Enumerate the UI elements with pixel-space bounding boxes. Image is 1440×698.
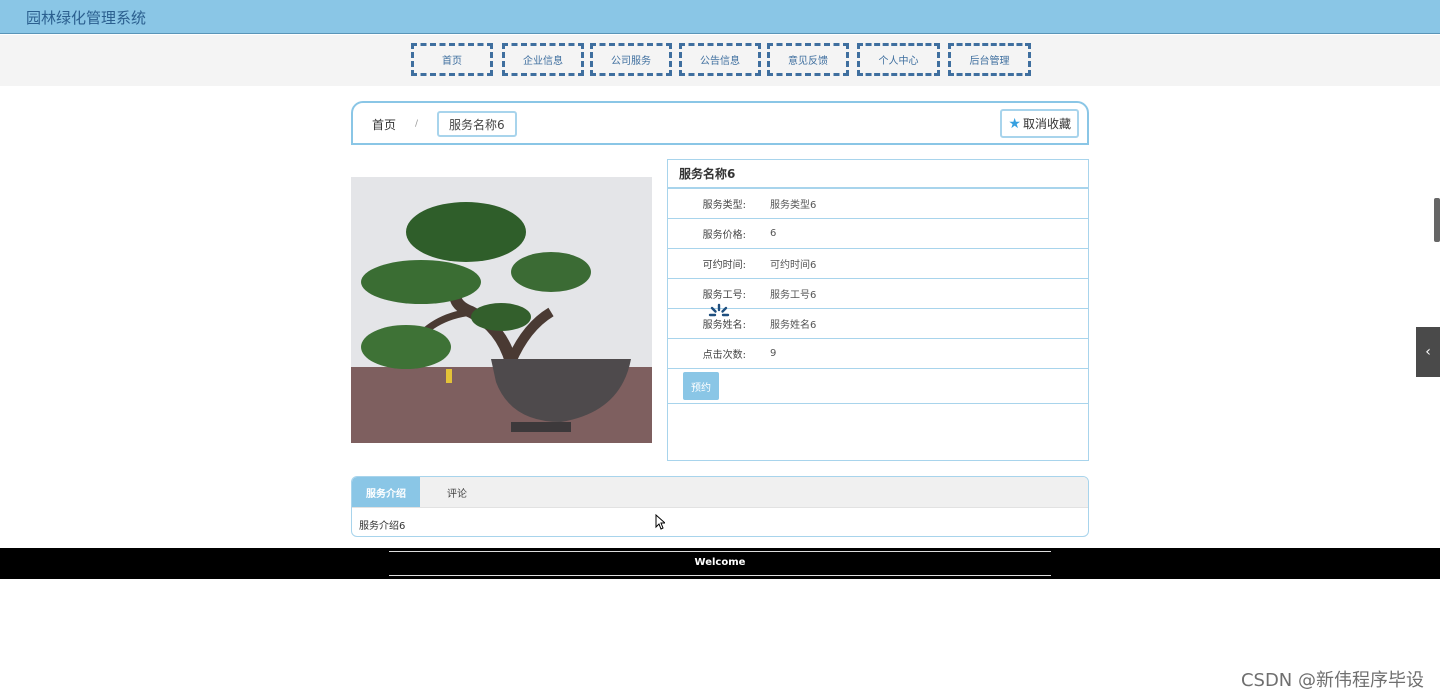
breadcrumb: 首页 / 服务名称6 ★ 取消收藏 <box>351 101 1089 145</box>
nav-home[interactable]: 首页 <box>411 43 493 76</box>
detail-row-price: 服务价格: 6 <box>668 219 1088 249</box>
service-title: 服务名称6 <box>668 160 1088 189</box>
detail-value: 服务姓名6 <box>770 320 817 331</box>
tab-content: 服务介绍6 <box>359 521 406 532</box>
detail-value: 可约时间6 <box>770 260 817 271</box>
star-icon: ★ <box>1008 115 1021 131</box>
detail-row-clicks: 点击次数: 9 <box>668 339 1088 369</box>
unfavorite-label: 取消收藏 <box>1022 117 1071 131</box>
top-header: 园林绿化管理系统 <box>0 0 1440 34</box>
breadcrumb-separator: / <box>415 119 419 129</box>
footer: Welcome <box>0 548 1440 579</box>
nav-company-services[interactable]: 公司服务 <box>590 43 672 76</box>
detail-label: 服务工号: <box>702 290 746 301</box>
unfavorite-button[interactable]: ★ 取消收藏 <box>1000 109 1079 138</box>
breadcrumb-home[interactable]: 首页 <box>372 116 396 133</box>
detail-row-staff-id: 服务工号: 服务工号6 <box>668 279 1088 309</box>
mouse-cursor-icon <box>655 514 665 530</box>
service-detail-panel: 服务名称6 服务类型: 服务类型6 服务价格: 6 可约时间: 可约时间6 服务… <box>667 159 1089 461</box>
detail-row-type: 服务类型: 服务类型6 <box>668 189 1088 219</box>
tabs-header: 服务介绍 评论 <box>352 477 1088 508</box>
nav-admin[interactable]: 后台管理 <box>948 43 1031 76</box>
service-tabs: 服务介绍 评论 服务介绍6 <box>351 476 1089 537</box>
detail-label: 服务价格: <box>702 230 746 241</box>
product-image <box>351 177 652 443</box>
nav-company-info[interactable]: 企业信息 <box>502 43 584 76</box>
watermark: CSDN @新伟程序毕设 <box>1240 670 1424 691</box>
detail-label: 服务类型: <box>702 200 746 211</box>
main-nav: 首页 企业信息 公司服务 公告信息 意见反馈 个人中心 后台管理 <box>0 35 1440 86</box>
bonsai-image <box>351 177 652 443</box>
detail-value: 9 <box>770 348 777 359</box>
nav-feedback[interactable]: 意见反馈 <box>767 43 849 76</box>
detail-label: 可约时间: <box>702 260 746 271</box>
loading-spinner-icon <box>708 303 730 317</box>
booking-row: 预约 <box>668 369 1088 404</box>
tab-comments[interactable]: 评论 <box>420 477 481 507</box>
detail-value: 6 <box>770 228 777 239</box>
breadcrumb-current: 服务名称6 <box>437 111 517 137</box>
detail-value: 服务工号6 <box>770 290 817 301</box>
detail-row-available-time: 可约时间: 可约时间6 <box>668 249 1088 279</box>
book-button[interactable]: 预约 <box>683 372 719 400</box>
detail-row-staff-name: 服务姓名: 服务姓名6 <box>668 309 1088 339</box>
side-scroll-indicator[interactable] <box>1434 198 1440 242</box>
detail-label: 点击次数: <box>702 350 746 361</box>
nav-personal-center[interactable]: 个人中心 <box>857 43 940 76</box>
detail-value: 服务类型6 <box>770 200 817 211</box>
tab-service-intro[interactable]: 服务介绍 <box>352 477 420 507</box>
nav-announcements[interactable]: 公告信息 <box>679 43 761 76</box>
chevron-left-icon[interactable]: ‹ <box>1416 327 1440 377</box>
footer-divider-bottom <box>389 575 1051 576</box>
app-title: 园林绿化管理系统 <box>26 9 147 27</box>
footer-divider-top <box>389 551 1051 552</box>
footer-text: Welcome <box>694 557 746 568</box>
